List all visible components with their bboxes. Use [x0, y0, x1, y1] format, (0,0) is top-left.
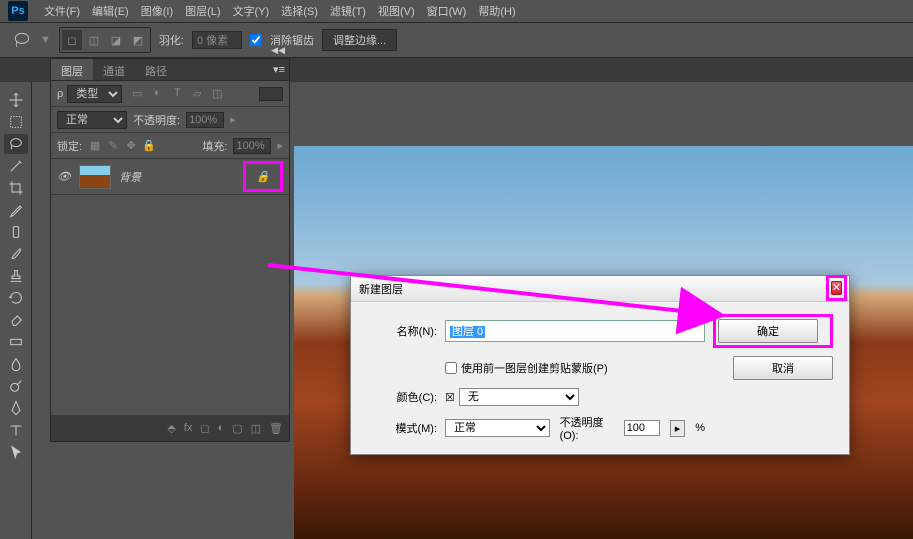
selection-intersect-icon[interactable]: ◩ — [128, 30, 148, 50]
menu-text[interactable]: 文字(Y) — [227, 3, 276, 19]
tab-paths[interactable]: 路径 — [135, 59, 177, 80]
mode-label: 模式(M): — [367, 420, 437, 436]
opacity-stepper-icon[interactable]: ▸ — [670, 420, 686, 437]
type-tool-icon[interactable] — [4, 420, 28, 440]
wand-tool-icon[interactable] — [4, 156, 28, 176]
layer-mask-icon[interactable]: ◻ — [200, 422, 209, 435]
filter-pixel-icon[interactable]: ▭ — [130, 87, 144, 100]
feather-input[interactable] — [192, 31, 242, 49]
selection-new-icon[interactable]: ◻ — [62, 30, 82, 50]
menu-file[interactable]: 文件(F) — [38, 3, 86, 19]
menu-help[interactable]: 帮助(H) — [472, 3, 521, 19]
crop-tool-icon[interactable] — [4, 178, 28, 198]
menu-filter[interactable]: 滤镜(T) — [324, 3, 372, 19]
dialog-opacity-label: 不透明度(O): — [560, 414, 614, 442]
filter-type-icon[interactable]: T — [170, 87, 184, 100]
refine-edge-button[interactable]: 调整边缘... — [322, 29, 397, 51]
menu-window[interactable]: 窗口(W) — [421, 3, 473, 19]
marquee-tool-icon[interactable] — [4, 112, 28, 132]
blend-mode-dialog-select[interactable]: 正常 — [445, 419, 550, 437]
eraser-tool-icon[interactable] — [4, 310, 28, 330]
filter-adjust-icon[interactable]: ◐ — [150, 87, 164, 100]
new-layer-icon[interactable]: ◫ — [251, 422, 261, 435]
layer-name-input[interactable]: 图层 0 — [445, 320, 705, 342]
layer-lock-icon[interactable]: 🔒 — [243, 161, 283, 192]
lock-position-icon[interactable]: ✥ — [124, 139, 138, 152]
app-logo: Ps — [8, 1, 28, 21]
new-layer-dialog: 新建图层 ✕ 名称(N): 图层 0 确定 使用前一图层创建剪贴蒙版(P) 取消… — [350, 275, 850, 455]
gradient-tool-icon[interactable] — [4, 332, 28, 352]
layers-panel: ◀◀ 图层 通道 路径 ▾≡ ρ 类型 ▭ ◐ T ▱ ◫ 正常 不透明度: ▸… — [50, 58, 290, 442]
eyedropper-tool-icon[interactable] — [4, 200, 28, 220]
selection-mode-group: ◻ ◫ ◪ ◩ — [59, 27, 151, 53]
menu-bar: Ps 文件(F) 编辑(E) 图像(I) 图层(L) 文字(Y) 选择(S) 滤… — [0, 0, 913, 22]
blend-mode-select[interactable]: 正常 — [57, 111, 127, 129]
selection-add-icon[interactable]: ◫ — [84, 30, 104, 50]
fill-input[interactable] — [233, 138, 271, 154]
lock-label: 锁定: — [57, 138, 82, 154]
feather-label: 羽化: — [159, 32, 184, 48]
tab-channels[interactable]: 通道 — [93, 59, 135, 80]
name-label: 名称(N): — [367, 323, 437, 339]
dodge-tool-icon[interactable] — [4, 376, 28, 396]
link-layers-icon[interactable]: ⬘ — [167, 422, 175, 435]
panel-menu-icon[interactable]: ▾≡ — [273, 63, 285, 76]
clip-mask-checkbox[interactable]: 使用前一图层创建剪贴蒙版(P) — [445, 360, 705, 376]
filter-toggle[interactable] — [259, 87, 283, 101]
layer-thumbnail[interactable] — [79, 165, 111, 189]
opacity-input[interactable] — [186, 112, 224, 128]
dialog-title: 新建图层 — [359, 281, 403, 297]
menu-image[interactable]: 图像(I) — [135, 3, 179, 19]
panel-collapse-icon[interactable]: ◀◀ — [271, 45, 285, 56]
visibility-icon[interactable]: 👁 — [57, 170, 71, 183]
selection-subtract-icon[interactable]: ◪ — [106, 30, 126, 50]
lock-all-icon[interactable]: 🔒 — [142, 139, 156, 152]
lock-pixels-icon[interactable]: ✎ — [106, 139, 120, 152]
path-select-tool-icon[interactable] — [4, 442, 28, 462]
history-brush-icon[interactable] — [4, 288, 28, 308]
delete-layer-icon[interactable]: 🗑 — [269, 422, 283, 435]
heal-tool-icon[interactable] — [4, 222, 28, 242]
percent-label: % — [695, 422, 705, 434]
layer-row-background[interactable]: 👁 背景 🔒 — [51, 159, 289, 195]
cancel-button[interactable]: 取消 — [733, 356, 833, 380]
antialias-checkbox[interactable] — [250, 34, 262, 46]
panel-footer: ⬘ fx ◻ ◐ ▢ ◫ 🗑 — [51, 415, 289, 441]
brush-tool-icon[interactable] — [4, 244, 28, 264]
layer-group-icon[interactable]: ▢ — [232, 422, 242, 435]
menu-edit[interactable]: 编辑(E) — [86, 3, 135, 19]
pen-tool-icon[interactable] — [4, 398, 28, 418]
layer-name[interactable]: 背景 — [119, 169, 141, 185]
stamp-tool-icon[interactable] — [4, 266, 28, 286]
blur-tool-icon[interactable] — [4, 354, 28, 374]
menu-select[interactable]: 选择(S) — [275, 3, 324, 19]
dialog-opacity-input[interactable] — [624, 420, 660, 436]
opacity-label: 不透明度: — [133, 112, 180, 128]
ok-button[interactable]: 确定 — [718, 319, 818, 343]
lock-transparency-icon[interactable]: ▦ — [88, 139, 102, 152]
menu-view[interactable]: 视图(V) — [372, 3, 421, 19]
color-select[interactable]: 无 — [459, 388, 579, 406]
dialog-close-button[interactable]: ✕ — [831, 281, 842, 295]
color-label: 颜色(C): — [367, 389, 437, 405]
tab-layers[interactable]: 图层 — [51, 59, 93, 80]
menu-layer[interactable]: 图层(L) — [179, 3, 226, 19]
move-tool-icon[interactable] — [4, 90, 28, 110]
adjustment-layer-icon[interactable]: ◐ — [218, 422, 225, 434]
filter-kind-select[interactable]: 类型 — [67, 85, 122, 103]
filter-shape-icon[interactable]: ▱ — [190, 87, 204, 100]
lasso-tool-icon[interactable] — [4, 134, 28, 154]
dialog-titlebar[interactable]: 新建图层 ✕ — [351, 276, 849, 302]
lasso-tool-icon — [12, 30, 32, 50]
options-bar: ▼ ◻ ◫ ◪ ◩ 羽化: 消除锯齿 调整边缘... — [0, 22, 913, 58]
toolbox — [0, 82, 32, 539]
no-color-icon: ☒ — [445, 391, 455, 404]
fill-label: 填充: — [202, 138, 227, 154]
filter-smart-icon[interactable]: ◫ — [210, 87, 224, 100]
layer-fx-icon[interactable]: fx — [184, 422, 193, 434]
